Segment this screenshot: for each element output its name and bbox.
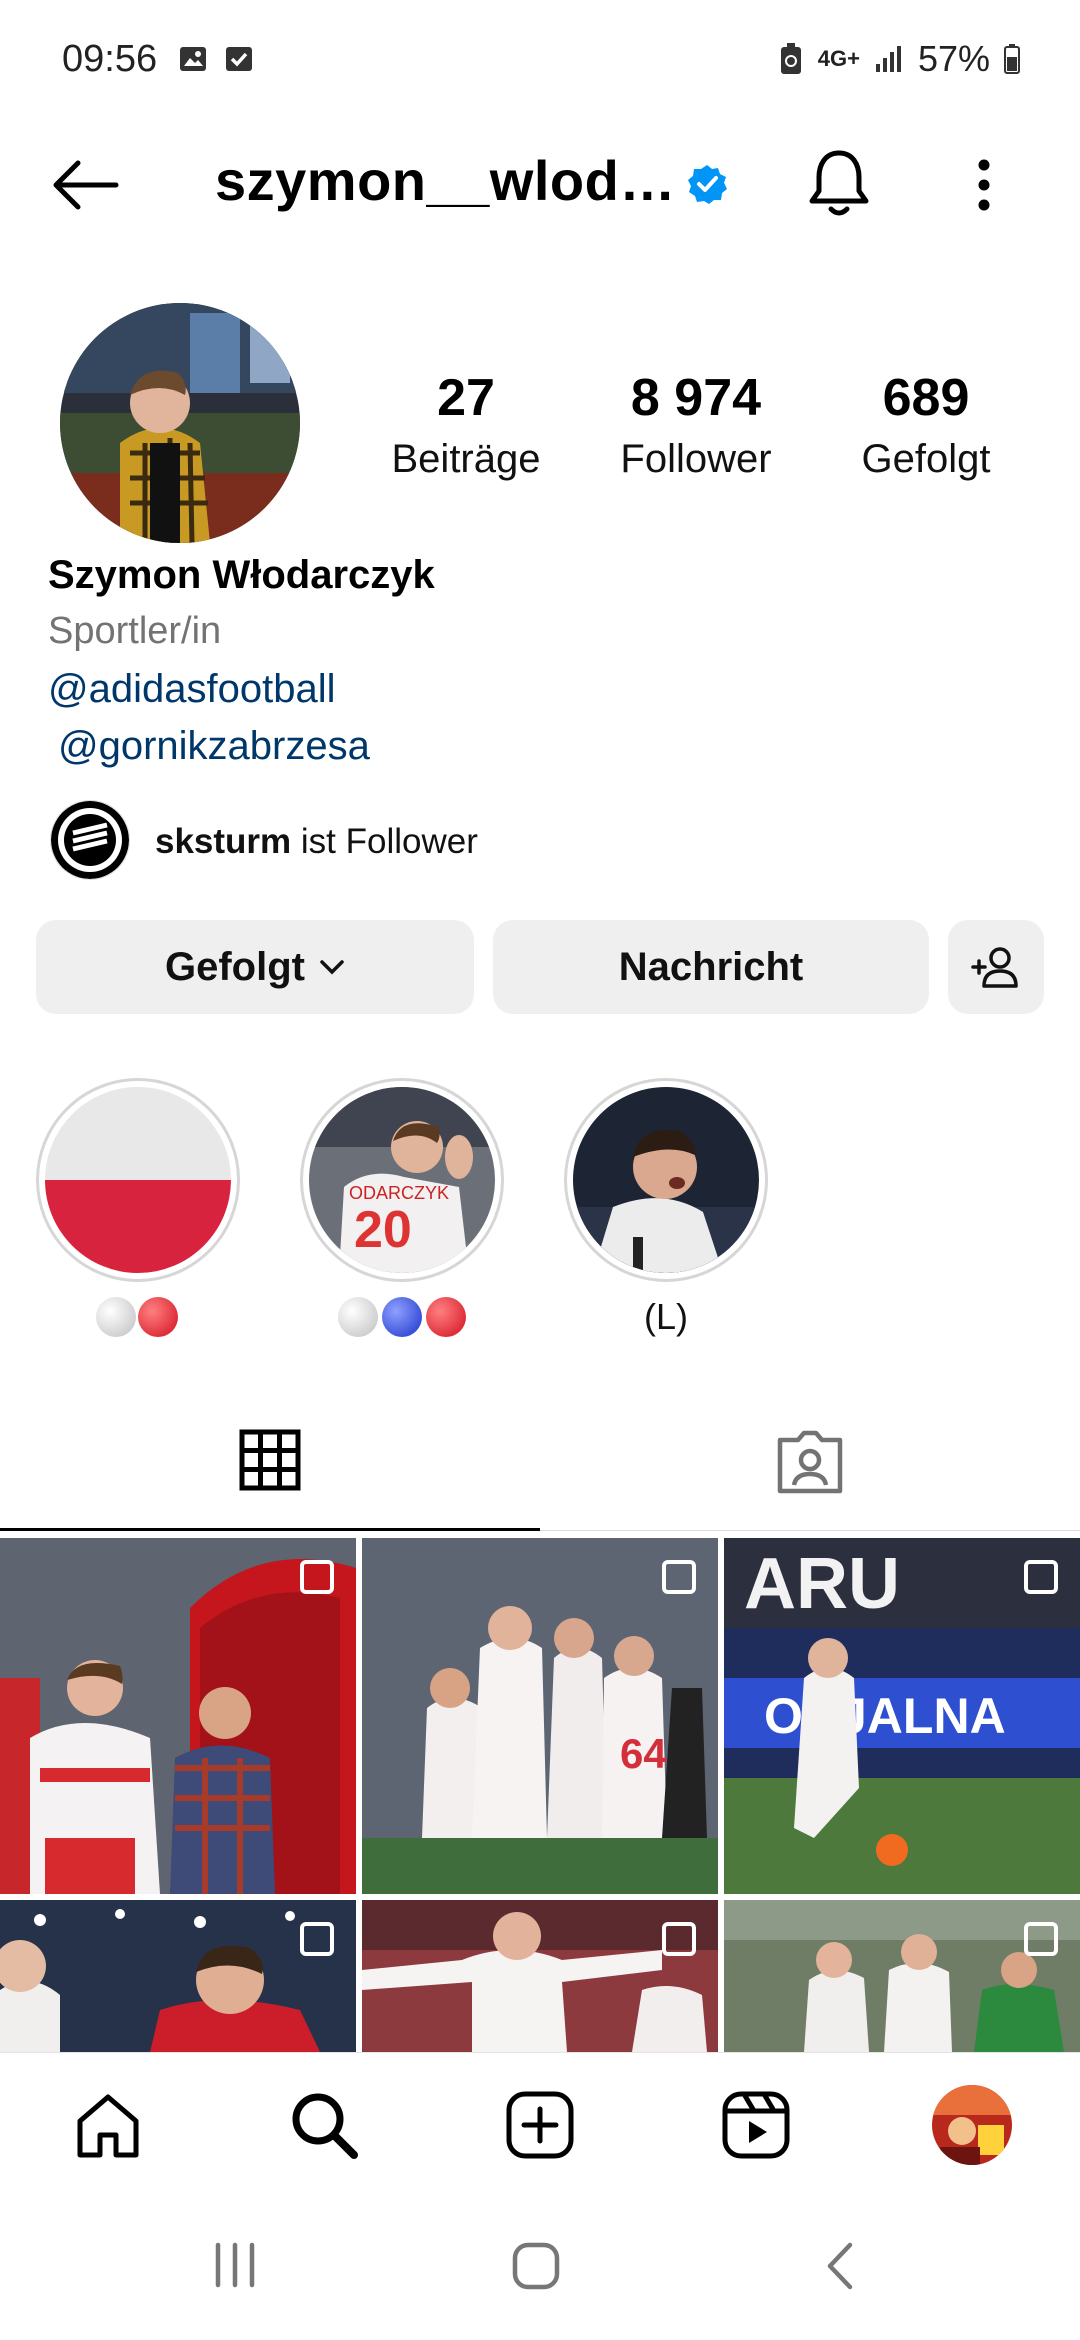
stat-followers[interactable]: 8 974 Follower [596,365,796,487]
message-button[interactable]: Nachricht [493,920,929,1014]
white-circle-icon [338,1297,378,1337]
status-right: 4G+ 57% [778,38,1020,80]
multi-image-icon [300,1922,334,1956]
stat-followers-value: 8 974 [630,369,762,427]
highlight-2-emoji [338,1297,470,1337]
red-circle-icon [426,1297,466,1337]
active-tab-indicator [0,1528,540,1531]
blue-circle-icon [382,1297,422,1337]
add-person-icon [971,947,1018,988]
signal-icon [875,46,901,72]
post-thumbnail-6[interactable] [724,1900,1080,2052]
red-circle-icon [138,1297,178,1337]
reels-icon[interactable] [720,2089,792,2166]
profile-avatar[interactable] [60,303,300,543]
message-button-label: Nachricht [618,944,804,989]
stat-following[interactable]: 689 Gefolgt [826,365,1026,487]
recent-apps-icon[interactable] [210,2240,260,2295]
svg-text:20: 20 [354,1201,412,1259]
follower-avatar[interactable] [50,800,130,880]
post-thumbnail-3[interactable]: ARU OCJALNA [724,1538,1080,1894]
post-thumbnail-2[interactable]: 64 [362,1538,718,1894]
create-post-icon[interactable] [504,2089,576,2166]
search-icon[interactable] [288,2089,360,2166]
multi-image-icon [662,1560,696,1594]
multi-image-icon [300,1560,334,1594]
svg-text:ARU: ARU [744,1544,900,1624]
following-button-label: Gefolgt [165,944,305,989]
suggest-people-button[interactable] [948,920,1044,1014]
highlight-1-emoji [96,1297,186,1337]
highlight-1-cover [45,1087,231,1273]
system-navigation [0,2200,1080,2340]
bio-link-gornik[interactable]: @gornikzabrzesa [58,724,370,769]
highlight-2[interactable]: 20 ODARCZYK [300,1078,504,1282]
chevron-down-icon [320,960,344,975]
stat-posts[interactable]: 27 Beiträge [366,365,566,487]
status-time: 09:56 [62,38,158,80]
multi-image-icon [1024,1922,1058,1956]
post-thumbnail-4[interactable] [0,1900,356,2052]
highlight-1[interactable] [36,1078,240,1282]
battery-icon [1004,44,1020,74]
stat-posts-label: Beiträge [391,437,541,481]
tagged-tab-icon[interactable] [776,1430,844,1499]
gallery-notification-icon [178,44,208,79]
post-thumbnail-5[interactable] [362,1900,718,2052]
recycle-battery-icon [780,43,801,74]
highlight-3-label: (L) [644,1296,688,1337]
network-type: 4G+ [817,46,860,71]
home-button-icon[interactable] [510,2240,562,2297]
grid-tab-icon[interactable] [239,1429,301,1496]
verified-badge-icon [686,163,728,210]
own-profile-avatar[interactable] [932,2085,1012,2165]
white-circle-icon [96,1297,136,1337]
notification-bell-icon[interactable] [806,147,872,224]
highlight-2-cover: 20 ODARCZYK [309,1087,495,1273]
post-thumbnail-1[interactable] [0,1538,356,1894]
following-button[interactable]: Gefolgt [36,920,474,1014]
followed-by-user[interactable]: sksturm [155,822,291,861]
profile-full-name: Szymon Włodarczyk [48,553,435,597]
home-icon[interactable] [72,2089,144,2166]
profile-category: Sportler/in [48,610,222,652]
followed-by-suffix: ist Follower [291,822,478,861]
bio-link-adidas[interactable]: @adidasfootball [48,667,335,712]
svg-text:64: 64 [620,1730,667,1777]
stat-posts-value: 27 [437,369,495,427]
stat-following-label: Gefolgt [861,437,991,481]
stat-following-value: 689 [882,369,970,427]
highlight-3[interactable] [564,1078,768,1282]
bottom-navigation [0,2052,1080,2193]
highlight-3-cover [573,1087,759,1273]
check-notification-icon [224,44,254,79]
stat-followers-label: Follower [620,437,772,481]
followed-by-text: sksturm ist Follower [155,822,478,862]
battery-percent: 57% [917,38,990,79]
profile-username: szymon__wlod… [215,149,676,212]
back-arrow-icon[interactable] [48,155,120,220]
back-button-icon[interactable] [820,2240,860,2297]
multi-image-icon [1024,1560,1058,1594]
svg-text:ODARCZYK: ODARCZYK [349,1183,449,1203]
multi-image-icon [662,1922,696,1956]
more-options-icon[interactable] [976,158,992,217]
